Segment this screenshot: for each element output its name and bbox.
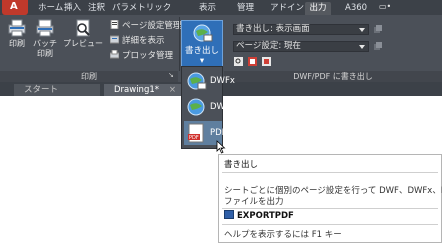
print-panel-title: 印刷 xyxy=(0,71,178,82)
ribbon-tab-bar: A ホーム 挿入 注釈 パラメトリック 表示 管理 出力 アドイン A360 ▭… xyxy=(0,0,442,15)
export-range-value: 書き出し: 表示画面 xyxy=(236,24,310,34)
show-details-label: 詳細を表示 xyxy=(122,36,165,46)
tab-annotate[interactable]: 注釈 xyxy=(86,2,107,15)
plotter-icon xyxy=(110,50,119,59)
page-setup-label: ページ設定管理 xyxy=(122,21,182,31)
ribbon-display-toggle[interactable]: ▭• xyxy=(379,2,391,11)
preview-button-label: プレビュー xyxy=(63,39,103,48)
autocad-logo-icon: A xyxy=(10,1,18,12)
export-button-label: 書き出し xyxy=(184,46,219,56)
show-details-button[interactable]: 詳細を表示 xyxy=(110,35,165,46)
svg-text:PDF: PDF xyxy=(189,135,199,141)
plotter-manager-button[interactable]: プロッタ管理 xyxy=(110,50,173,61)
batch-printer-icon xyxy=(36,19,54,37)
plotter-manager-label: プロッタ管理 xyxy=(122,51,174,61)
close-icon[interactable]: × xyxy=(169,84,176,96)
tab-a360[interactable]: A360 xyxy=(343,2,369,15)
tab-manage[interactable]: 管理 xyxy=(235,2,256,15)
export-options-icon[interactable] xyxy=(374,25,382,33)
print-button-label: 印刷 xyxy=(9,39,25,48)
tab-parametric[interactable]: パラメトリック xyxy=(110,2,173,15)
print-button[interactable]: 印刷 xyxy=(6,19,28,49)
tab-output[interactable]: 出力 xyxy=(305,2,331,15)
export-button-arrow: ▾ xyxy=(199,56,205,66)
batch-print-button[interactable]: バッチ 印刷 xyxy=(32,19,58,59)
menu-item-dwf[interactable]: DWF xyxy=(184,95,230,119)
preview-icon xyxy=(76,19,90,37)
dwfx-globe-icon xyxy=(187,72,207,90)
print-panel-launcher[interactable]: ↘ xyxy=(168,71,174,79)
menu-item-pdf-label: PDF xyxy=(210,128,227,138)
tooltip-divider xyxy=(222,172,438,173)
export-dropdown-menu: DWFx DWF PDF PDF xyxy=(181,66,235,149)
page-setup-select[interactable]: ページ設定: 現在 xyxy=(233,41,369,52)
preview-export-icon[interactable] xyxy=(234,57,243,66)
tab-addins[interactable]: アドイン xyxy=(268,2,306,15)
tab-drawing1[interactable]: Drawing1* × xyxy=(104,84,182,96)
tooltip-command: EXPORTPDF xyxy=(224,210,294,221)
tooltip-divider xyxy=(222,224,438,225)
page-setup-options-icon[interactable] xyxy=(374,42,382,50)
printer-icon xyxy=(8,19,26,37)
dwf-globe-icon xyxy=(187,98,205,116)
pdf-file-icon: PDF xyxy=(188,123,204,143)
menu-item-dwf-label: DWF xyxy=(210,102,230,112)
export-range-select[interactable]: 書き出し: 表示画面 xyxy=(233,24,369,35)
chevron-down-icon xyxy=(359,45,365,49)
export-panel-title: DWF/PDF に書き出し xyxy=(224,71,442,82)
tab-home[interactable]: ホーム xyxy=(36,2,65,15)
tooltip-divider xyxy=(222,208,438,209)
menu-item-dwfx[interactable]: DWFx xyxy=(184,69,235,93)
tooltip-help: ヘルプを表示するには F1 キー xyxy=(224,230,342,240)
tab-drawing1-label: Drawing1* xyxy=(114,85,160,95)
tab-view[interactable]: 表示 xyxy=(197,2,218,15)
page-setup-manager-button[interactable]: ページ設定管理 xyxy=(110,20,181,31)
batch-print-label-2: 印刷 xyxy=(37,49,53,58)
stamp-settings-icon[interactable] xyxy=(262,57,271,66)
print-stamp-icon[interactable] xyxy=(248,57,257,66)
application-menu-button[interactable]: A xyxy=(2,0,28,15)
mouse-cursor-icon xyxy=(216,140,226,154)
command-icon xyxy=(224,210,234,219)
tab-start[interactable]: スタート xyxy=(14,84,100,96)
preview-button[interactable]: プレビュー xyxy=(62,19,104,49)
page-setup-icon xyxy=(110,20,119,29)
details-icon xyxy=(110,35,119,44)
page-setup-value: ページ設定: 現在 xyxy=(236,41,301,51)
tooltip-command-name: EXPORTPDF xyxy=(237,211,294,221)
tooltip-title: 書き出し xyxy=(224,160,259,170)
tab-start-label: スタート xyxy=(24,85,59,95)
export-tooltip: 書き出し シートごとに個別のページ設定を行って DWF、DWFx、PDF ファイ… xyxy=(218,154,442,243)
panel-separator xyxy=(179,17,180,71)
chevron-down-icon xyxy=(359,28,365,32)
tooltip-description-2: ファイルを出力 xyxy=(224,197,284,207)
tab-insert[interactable]: 挿入 xyxy=(62,2,83,15)
export-globe-icon xyxy=(193,24,213,42)
export-split-button[interactable]: 書き出し ▾ xyxy=(181,20,223,68)
menu-item-dwfx-label: DWFx xyxy=(210,76,235,86)
batch-print-label-1: バッチ xyxy=(33,39,57,48)
